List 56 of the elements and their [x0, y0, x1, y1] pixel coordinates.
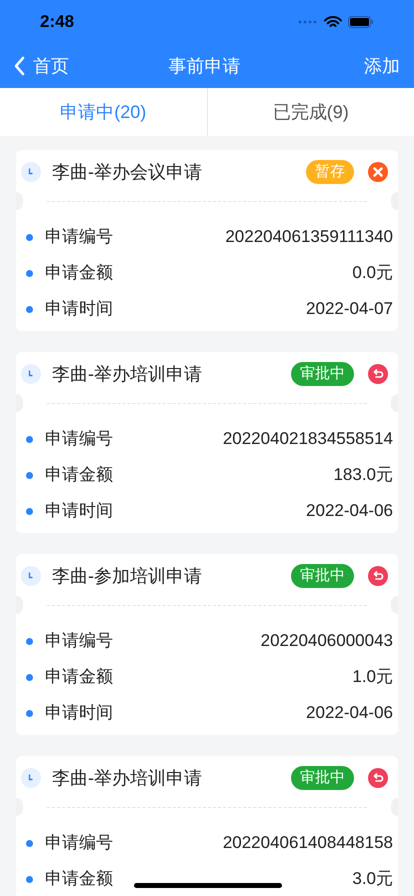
status-badge: 审批中 [291, 766, 354, 790]
application-title: 李曲-参加培训申请 [52, 564, 203, 588]
application-card[interactable]: 李曲-举办培训申请 审批中 申请编号 202204021834558514 申请金额 183.0元 申请时间 2022-04-06 [16, 352, 398, 533]
field-label: 申请金额 [45, 868, 113, 890]
undo-icon [368, 364, 388, 384]
field-label: 申请时间 [45, 298, 113, 320]
field-label: 申请编号 [45, 226, 113, 248]
field-value: 0.0元 [352, 262, 393, 284]
tab[interactable]: 已完成(9) [206, 88, 414, 136]
field-value: 202204021834558514 [222, 428, 393, 450]
application-card[interactable]: 李曲-举办培训申请 审批中 申请编号 202204061408448158 申请金额 3.0元 [16, 756, 398, 896]
field-value: 202204061408448158 [222, 832, 393, 854]
field-value: 1.0元 [352, 666, 393, 688]
undo-button[interactable] [368, 364, 388, 384]
undo-button[interactable] [368, 768, 388, 788]
undo-icon [368, 566, 388, 586]
field-label: 申请金额 [45, 262, 113, 284]
tab[interactable]: 申请中(20) [0, 88, 206, 136]
application-card[interactable]: 李曲-参加培训申请 审批中 申请编号 20220406000043 申请金额 1.0元 申请时间 2022-04-06 [16, 554, 398, 735]
wifi-icon [324, 16, 342, 28]
field-value: 3.0元 [352, 868, 393, 890]
field-label: 申请编号 [45, 630, 113, 652]
chevron-left-icon [14, 56, 25, 76]
application-card[interactable]: 李曲-举办会议申请 暂存 申请编号 202204061359111340 申请金额 0.0元 申请时间 2022-04-07 [16, 150, 398, 331]
status-badge: 审批中 [291, 362, 354, 386]
field-label: 申请编号 [45, 832, 113, 854]
status-time: 2:48 [40, 11, 74, 34]
field-value: 2022-04-06 [306, 500, 393, 522]
status-badge: 审批中 [291, 564, 354, 588]
application-title: 李曲-举办会议申请 [52, 160, 203, 184]
page-title: 事前申请 [168, 54, 240, 78]
undo-button[interactable] [368, 566, 388, 586]
close-icon [368, 162, 388, 182]
field-label: 申请时间 [45, 702, 113, 724]
add-button[interactable]: 添加 [340, 52, 400, 80]
field-value: 183.0元 [333, 464, 393, 486]
field-label: 申请时间 [45, 500, 113, 522]
clock-icon [21, 566, 41, 586]
field-label: 申请编号 [45, 428, 113, 450]
field-value: 20220406000043 [260, 630, 393, 652]
field-label: 申请金额 [45, 464, 113, 486]
undo-icon [368, 768, 388, 788]
close-button[interactable] [368, 162, 388, 182]
signal-icon [298, 19, 318, 25]
field-value: 2022-04-07 [306, 298, 393, 320]
clock-icon [21, 162, 41, 182]
field-value: 2022-04-06 [306, 702, 393, 724]
clock-icon [21, 364, 41, 384]
status-badge: 暂存 [306, 160, 354, 184]
back-button[interactable]: 首页 [14, 52, 69, 80]
field-label: 申请金额 [45, 666, 113, 688]
clock-icon [21, 768, 41, 788]
battery-icon [348, 16, 374, 28]
field-value: 202204061359111340 [225, 226, 393, 248]
application-title: 李曲-举办培训申请 [52, 362, 203, 386]
application-title: 李曲-举办培训申请 [52, 766, 203, 790]
